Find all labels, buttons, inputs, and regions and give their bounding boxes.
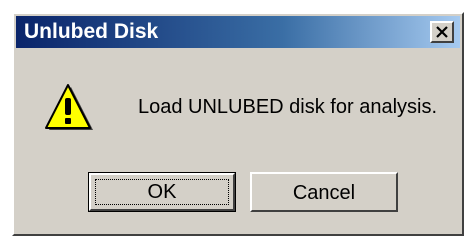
cancel-button-label: Cancel bbox=[292, 182, 356, 204]
message-dialog: Unlubed Disk Load UNLUBED disk for analy… bbox=[12, 12, 464, 236]
title-bar[interactable]: Unlubed Disk bbox=[16, 16, 460, 48]
close-icon bbox=[435, 23, 449, 43]
warning-icon bbox=[42, 82, 94, 134]
close-button[interactable] bbox=[430, 21, 454, 43]
cancel-button[interactable]: Cancel bbox=[250, 172, 398, 212]
window-title: Unlubed Disk bbox=[24, 20, 159, 43]
ok-button-label: OK bbox=[147, 181, 177, 203]
dialog-message: Load UNLUBED disk for analysis. bbox=[138, 96, 438, 118]
ok-button[interactable]: OK bbox=[88, 172, 236, 212]
